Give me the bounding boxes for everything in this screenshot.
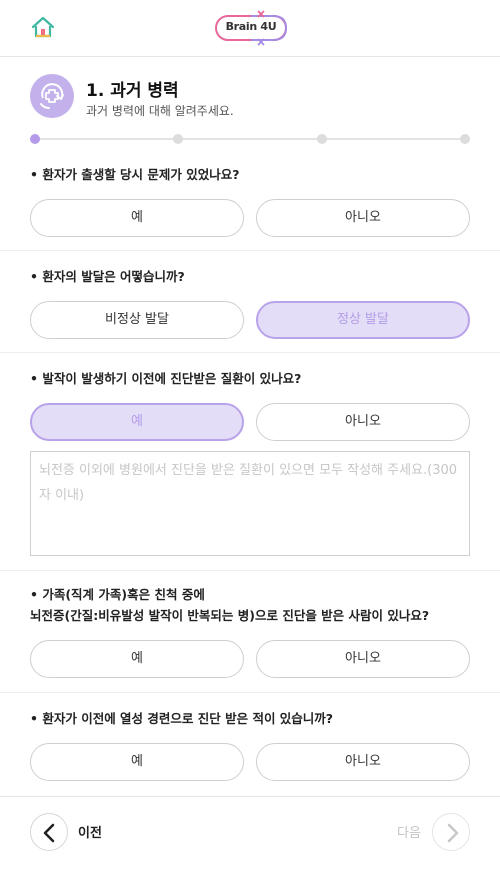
question-text: • 환자가 출생할 당시 문제가 있었나요? — [30, 167, 240, 182]
progress-step-dot — [173, 134, 184, 144]
prior-diagnosis-textarea[interactable] — [30, 451, 470, 556]
app-header: Brain 4U — [0, 0, 500, 57]
answer-abnormal-button[interactable]: 비정상 발달 — [30, 301, 244, 339]
question-development: • 환자의 발달은 어떻습니까? 비정상 발달 정상 발달 — [0, 251, 500, 353]
answer-yes-button[interactable]: 예 — [30, 640, 244, 678]
question-text: • 환자의 발달은 어떻습니까? — [30, 269, 185, 284]
footer-nav: 이전 다음 — [0, 796, 500, 880]
step-progress — [30, 132, 470, 146]
question-text: • 환자가 이전에 열성 경련으로 진단 받은 적이 있습니까? — [30, 711, 334, 726]
progress-step-dot — [30, 134, 40, 144]
question-text-line1: • 가족(직계 가족)혹은 친척 중에 — [30, 587, 205, 602]
question-text: • 발작이 발생하기 이전에 진단받은 질환이 있나요? — [30, 371, 302, 386]
progress-step-dot — [460, 134, 470, 144]
prev-label[interactable]: 이전 — [78, 822, 102, 841]
progress-step-dot — [316, 134, 327, 144]
next-button[interactable] — [432, 813, 470, 851]
prev-button[interactable] — [30, 813, 68, 851]
answer-no-button[interactable]: 아니오 — [256, 640, 470, 678]
question-birth-problem: • 환자가 출생할 당시 문제가 있었나요? 예 아니오 — [0, 150, 500, 251]
chevron-right-icon — [447, 823, 459, 843]
step-header: 1. 과거 병력 과거 병력에 대해 알려주세요. — [30, 74, 470, 124]
answer-yes-button[interactable]: 예 — [30, 743, 244, 781]
chevron-left-icon — [43, 823, 55, 843]
question-text-line2: 뇌전증(간질:비유발성 발작이 반복되는 병)으로 진단을 받은 사람이 있나요… — [30, 608, 430, 623]
answer-normal-button[interactable]: 정상 발달 — [256, 301, 470, 339]
progress-track — [34, 138, 466, 140]
brand-logo: Brain 4U — [215, 10, 287, 46]
answer-no-button[interactable]: 아니오 — [256, 199, 470, 237]
step-subtitle: 과거 병력에 대해 알려주세요. — [86, 104, 234, 118]
answer-no-button[interactable]: 아니오 — [256, 403, 470, 441]
answer-no-button[interactable]: 아니오 — [256, 743, 470, 781]
home-icon[interactable] — [30, 15, 56, 39]
step-title: 1. 과거 병력 — [86, 81, 179, 101]
question-febrile-seizure: • 환자가 이전에 열성 경련으로 진단 받은 적이 있습니까? 예 아니오 — [0, 693, 500, 796]
next-label[interactable]: 다음 — [397, 822, 421, 841]
logo-text: Brain 4U — [225, 20, 277, 33]
answer-yes-button[interactable]: 예 — [30, 403, 244, 441]
question-family-epilepsy: • 가족(직계 가족)혹은 친척 중에 뇌전증(간질:비유발성 발작이 반복되는… — [0, 571, 500, 693]
medical-history-icon — [30, 74, 74, 118]
answer-yes-button[interactable]: 예 — [30, 199, 244, 237]
